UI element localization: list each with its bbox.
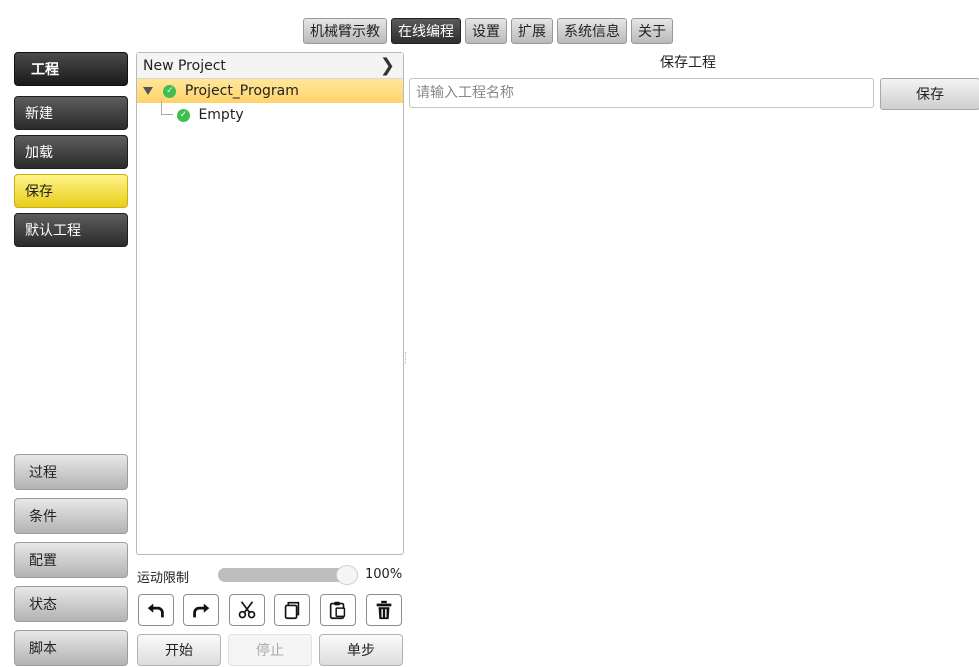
tab-system-info[interactable]: 系统信息 [557,18,627,44]
copy-button[interactable] [274,594,310,626]
cut-button[interactable] [229,594,265,626]
check-circle-icon: ✓ [177,108,190,122]
tree-header-label: New Project [143,58,226,74]
save-project-title: 保存工程 [660,55,716,71]
motion-limit-value: 100% [365,567,403,582]
redo-icon [193,603,210,618]
sidebar-item-script[interactable]: 脚本 [14,630,128,666]
tab-settings[interactable]: 设置 [465,18,507,44]
sidebar-item-condition[interactable]: 条件 [14,498,128,534]
tree-node-empty[interactable]: ✓ Empty [137,101,403,127]
save-button[interactable]: 保存 [880,78,979,110]
sidebar-header-project[interactable]: 工程 [14,52,128,86]
expand-triangle-icon[interactable] [143,87,153,95]
sidebar-item-status[interactable]: 状态 [14,586,128,622]
tree-connector [161,101,173,115]
paste-icon [329,601,346,620]
redo-button[interactable] [183,594,219,626]
step-button[interactable]: 单步 [319,634,403,666]
tab-extensions[interactable]: 扩展 [511,18,553,44]
undo-icon [147,603,164,618]
sidebar-item-process[interactable]: 过程 [14,454,128,490]
tree-node-label: Empty [198,107,244,123]
delete-button[interactable] [366,594,402,626]
tab-about[interactable]: 关于 [631,18,673,44]
tree-header[interactable]: New Project ❯ [137,53,403,79]
program-tree-panel: New Project ❯ ✓ Project_Program ✓ Empty [136,52,404,555]
tree-node-label: Project_Program [184,83,299,99]
sidebar-item-save[interactable]: 保存 [14,174,128,208]
check-circle-icon: ✓ [163,84,177,98]
sidebar-item-config[interactable]: 配置 [14,542,128,578]
tab-online-programming[interactable]: 在线编程 [391,18,461,44]
start-button[interactable]: 开始 [137,634,221,666]
sidebar-item-new[interactable]: 新建 [14,96,128,130]
motion-limit-label: 运动限制 [137,571,190,586]
chevron-right-icon[interactable]: ❯ [380,53,395,79]
cut-icon [238,601,256,619]
top-tab-bar: 机械臂示教 在线编程 设置 扩展 系统信息 关于 [303,18,673,44]
stop-button[interactable]: 停止 [228,634,312,666]
tree-node-project-program[interactable]: ✓ Project_Program [137,79,403,103]
tab-arm-teach[interactable]: 机械臂示教 [303,18,387,44]
project-name-input[interactable] [409,78,874,108]
paste-button[interactable] [320,594,356,626]
sidebar-item-load[interactable]: 加载 [14,135,128,169]
delete-icon [376,600,392,620]
undo-button[interactable] [138,594,174,626]
copy-icon [284,601,300,620]
motion-limit-slider-handle[interactable] [336,565,358,585]
sidebar-item-default-project[interactable]: 默认工程 [14,213,128,247]
panel-splitter[interactable] [405,352,407,364]
